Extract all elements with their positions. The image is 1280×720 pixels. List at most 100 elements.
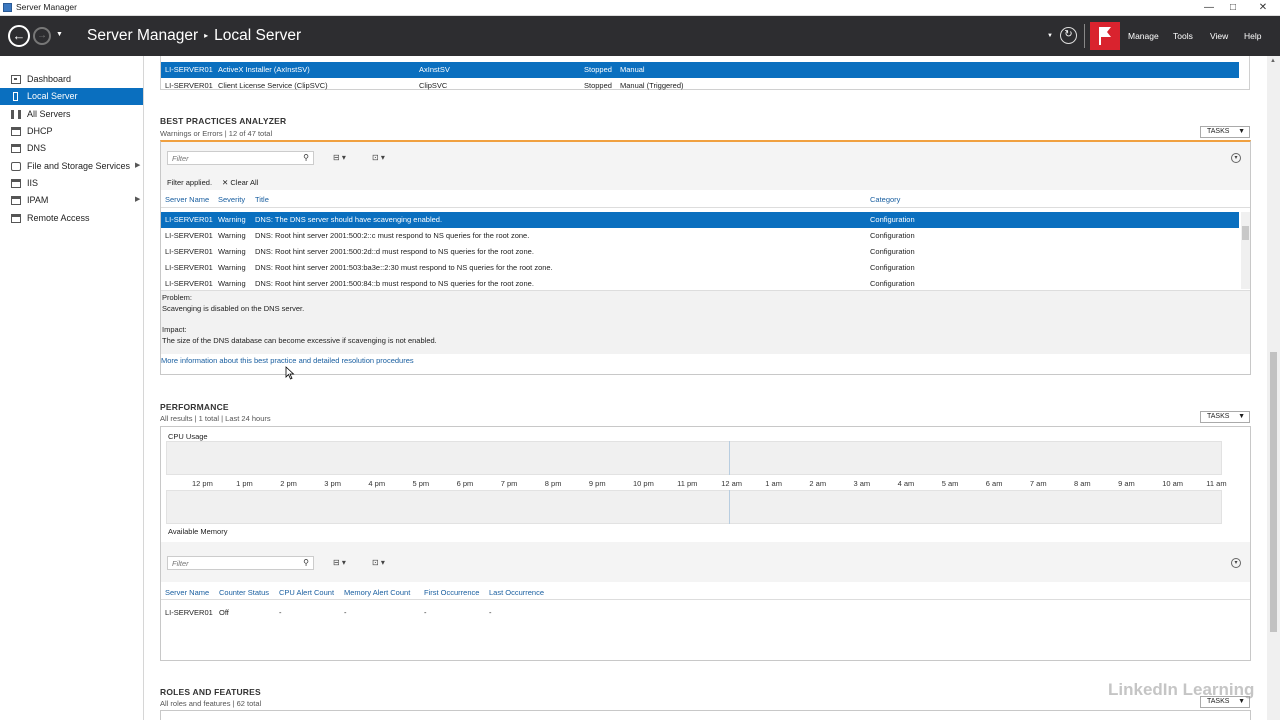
table-row[interactable]: LI-SERVER01 ActiveX Installer (AxInstSV)…: [161, 62, 1239, 78]
impact-text: The size of the DNS database can become …: [162, 336, 437, 345]
close-button[interactable]: ✕: [1250, 0, 1276, 16]
scroll-up-icon[interactable]: ▲: [1270, 58, 1276, 64]
menu-tools[interactable]: Tools: [1173, 31, 1193, 41]
list-options-icon[interactable]: ⊟ ▾: [333, 558, 346, 567]
chevron-down-icon: ▼: [1238, 128, 1245, 135]
sidebar-item-dashboard[interactable]: Dashboard: [0, 71, 143, 88]
time-axis-tick-label: 5 pm: [412, 479, 430, 488]
table-row[interactable]: LI-SERVER01 Client License Service (Clip…: [161, 78, 1239, 90]
server-manager-icon: [3, 3, 12, 12]
performance-title: PERFORMANCE: [160, 402, 229, 412]
roles-title: ROLES AND FEATURES: [160, 687, 261, 697]
sidebar-item-label: DHCP: [27, 126, 53, 136]
sidebar-item-dhcp[interactable]: DHCP: [0, 123, 143, 140]
main-scrollbar[interactable]: ▲: [1267, 56, 1280, 720]
bpa-title: BEST PRACTICES ANALYZER: [160, 116, 287, 126]
time-axis-tick-label: 3 am: [853, 479, 871, 488]
sidebar-item-label: All Servers: [27, 109, 71, 119]
time-axis-tick-label: 1 pm: [236, 479, 253, 488]
more-info-link[interactable]: More information about this best practic…: [161, 356, 414, 365]
remote-access-icon: [11, 214, 21, 223]
breadcrumb-separator-icon: ▸: [204, 31, 209, 41]
scrollbar-thumb[interactable]: [1270, 352, 1277, 632]
column-counter-status[interactable]: Counter Status: [219, 588, 269, 597]
column-memory-alert-count[interactable]: Memory Alert Count: [344, 588, 410, 597]
menu-help[interactable]: Help: [1244, 31, 1261, 41]
time-axis-tick-label: 4 am: [897, 479, 915, 488]
time-axis-tick-label: 9 am: [1118, 479, 1135, 488]
servers-icon: [11, 110, 21, 119]
save-query-icon[interactable]: ⊡ ▾: [372, 153, 385, 162]
table-row[interactable]: LI-SERVER01 Warning DNS: Root hint serve…: [161, 228, 1239, 244]
sidebar-item-remote-access[interactable]: Remote Access: [0, 210, 143, 227]
breadcrumb-page: Local Server: [214, 27, 302, 44]
table-row[interactable]: LI-SERVER01 Warning DNS: Root hint serve…: [161, 260, 1239, 276]
table-row[interactable]: LI-SERVER01 Warning DNS: Root hint serve…: [161, 244, 1239, 260]
expand-panel-icon[interactable]: ▾: [1231, 558, 1241, 568]
menu-manage[interactable]: Manage: [1128, 31, 1159, 41]
time-axis-tick-label: 10 pm: [633, 479, 654, 488]
table-row[interactable]: LI-SERVER01 Warning DNS: Root hint serve…: [161, 276, 1239, 289]
sidebar-item-all-servers[interactable]: All Servers: [0, 106, 143, 123]
list-options-icon[interactable]: ⊟ ▾: [333, 153, 346, 162]
sidebar-item-label: IPAM: [27, 195, 49, 205]
table-row[interactable]: LI-SERVER01 Warning DNS: The DNS server …: [161, 212, 1239, 228]
column-last-occurrence[interactable]: Last Occurrence: [489, 588, 544, 597]
time-axis-tick-label: 7 am: [1029, 479, 1047, 488]
column-category[interactable]: Category: [870, 195, 900, 204]
refresh-icon[interactable]: ↻: [1060, 27, 1077, 44]
chevron-down-icon: ▼: [1238, 413, 1245, 420]
sidebar-item-label: IIS: [27, 178, 39, 188]
history-dropdown-icon[interactable]: ▼: [56, 31, 63, 38]
column-title[interactable]: Title: [255, 195, 269, 204]
impact-label: Impact:: [162, 325, 187, 334]
search-icon: ⚲: [303, 558, 309, 567]
time-axis-tick-label: 4 pm: [368, 479, 386, 488]
column-server-name[interactable]: Server Name: [165, 195, 209, 204]
time-axis-tick-label: 8 am: [1074, 479, 1091, 488]
app-header: ← → ▼ Server Manager ▸ Local Server ▼ ↻ Ma…: [0, 16, 1280, 56]
forward-icon[interactable]: →: [33, 27, 51, 45]
sidebar-item-dns[interactable]: DNS: [0, 140, 143, 157]
bpa-filter-input[interactable]: Filter ⚲: [167, 151, 314, 165]
available-memory-label: Available Memory: [168, 527, 228, 536]
maximize-button[interactable]: □: [1220, 0, 1246, 16]
sidebar-item-label: Dashboard: [27, 74, 72, 84]
bpa-scrollbar[interactable]: [1241, 212, 1250, 289]
server-icon: [13, 92, 18, 101]
sidebar-item-ipam[interactable]: IPAM ▶: [0, 192, 143, 209]
time-axis-tick-label: 12 pm: [192, 479, 213, 488]
window-title: Server Manager: [16, 2, 77, 12]
dashboard-icon: [11, 75, 21, 84]
notifications-flag-icon[interactable]: [1090, 22, 1120, 50]
menu-view[interactable]: View: [1210, 31, 1228, 41]
refresh-dropdown-icon[interactable]: ▼: [1047, 33, 1053, 39]
back-icon[interactable]: ←: [8, 25, 30, 47]
sidebar-item-iis[interactable]: IIS: [0, 175, 143, 192]
available-memory-chart: [166, 490, 1222, 524]
performance-tasks-button[interactable]: TASKS ▼: [1200, 411, 1250, 423]
performance-filter-input[interactable]: Filter ⚲: [167, 556, 314, 570]
column-server-name[interactable]: Server Name: [165, 588, 209, 597]
column-severity[interactable]: Severity: [218, 195, 245, 204]
roles-panel: [160, 710, 1251, 720]
roles-subtitle: All roles and features | 62 total: [160, 699, 262, 708]
expand-chevron-icon[interactable]: ▶: [135, 195, 140, 203]
expand-panel-icon[interactable]: ▾: [1231, 153, 1241, 163]
column-first-occurrence[interactable]: First Occurrence: [424, 588, 479, 597]
clear-all-button[interactable]: ✕ Clear All: [222, 178, 258, 187]
column-cpu-alert-count[interactable]: CPU Alert Count: [279, 588, 334, 597]
minimize-button[interactable]: —: [1196, 0, 1222, 16]
time-axis-tick-label: 5 am: [941, 479, 959, 488]
bpa-tasks-button[interactable]: TASKS ▼: [1200, 126, 1250, 138]
sidebar-item-local-server[interactable]: Local Server: [0, 88, 143, 105]
expand-chevron-icon[interactable]: ▶: [135, 161, 140, 169]
time-axis-tick-label: 9 pm: [588, 479, 606, 488]
dhcp-icon: [11, 127, 21, 136]
table-row[interactable]: LI-SERVER01 Off - - - -: [161, 605, 1239, 621]
cpu-usage-chart: [166, 441, 1222, 475]
save-query-icon[interactable]: ⊡ ▾: [372, 558, 385, 567]
time-axis-tick-label: 11 am: [1206, 479, 1227, 488]
sidebar-item-file-storage[interactable]: File and Storage Services ▶: [0, 158, 143, 175]
problem-label: Problem:: [162, 293, 193, 302]
